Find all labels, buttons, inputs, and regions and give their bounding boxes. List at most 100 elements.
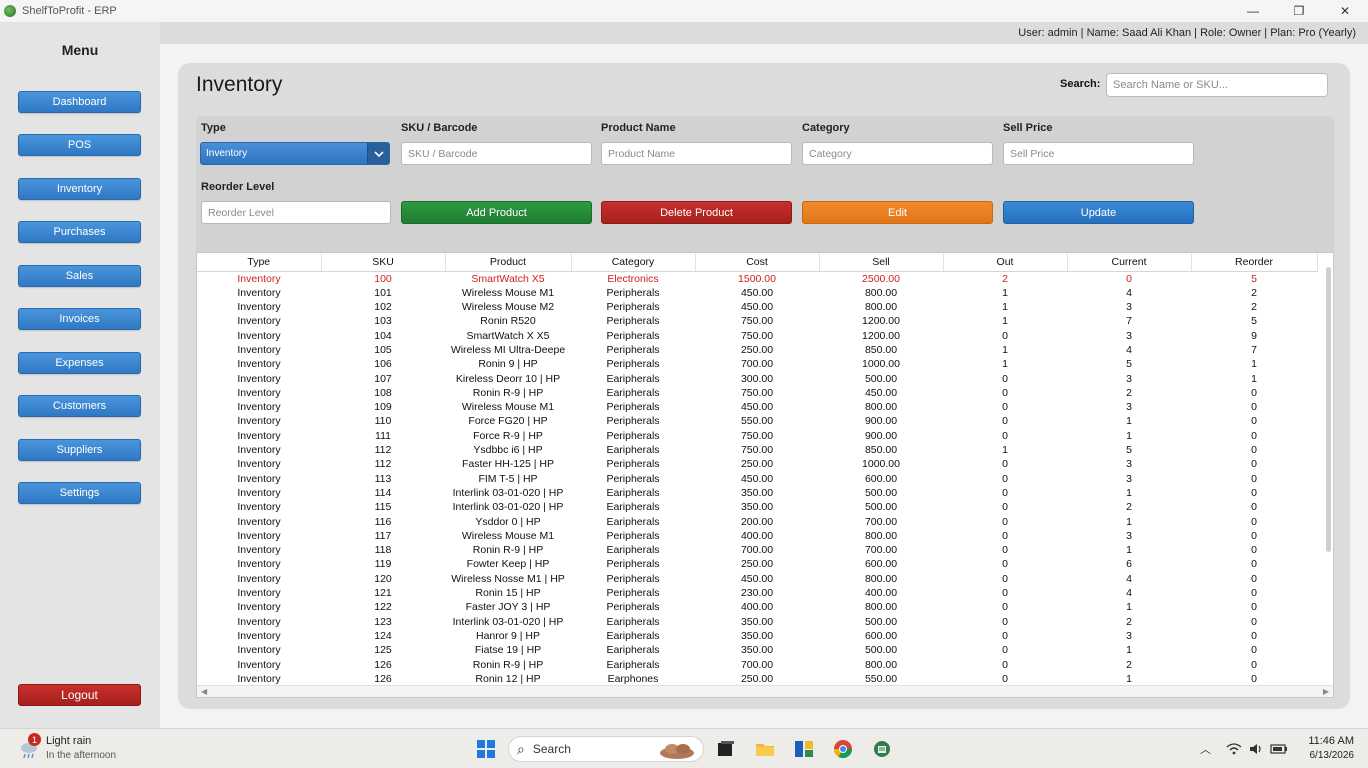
sku-input[interactable] [401,142,592,165]
table-row[interactable]: Inventory 107 Kireless Deorr 10 | HP Eariph… [197,372,1317,386]
erp-app-icon[interactable] [871,738,893,760]
category-label: Category [802,122,850,134]
column-header-cost[interactable]: Cost [695,253,820,272]
table-cell-out: 0 [1002,572,1008,585]
scroll-right-icon[interactable]: ▶ [1323,687,1329,696]
sidebar-item-customers[interactable]: Customers [18,395,141,417]
column-header-out[interactable]: Out [943,253,1068,272]
table-row[interactable]: Inventory 105 Wireless MI Ultra-Deepe Perip… [197,343,1317,357]
volume-icon[interactable] [1248,741,1264,757]
sell-price-input[interactable] [1003,142,1194,165]
table-cell-product: Wireless Mouse M2 [461,301,555,314]
windows-start-icon[interactable] [475,738,497,760]
update-button[interactable]: Update [1003,201,1194,224]
table-cell-cost: 400.00 [740,529,774,542]
type-select[interactable]: Inventory [200,142,390,165]
table-row[interactable]: Inventory 110 Force FG20 | HP Peripherals 55… [197,414,1317,428]
table-row[interactable]: Inventory 119 Fowter Keep | HP Peripherals 2… [197,557,1317,571]
table-cell-type: Inventory [237,501,281,514]
scroll-left-icon[interactable]: ◀ [201,687,207,696]
table-row[interactable]: Inventory 102 Wireless Mouse M2 Peripherals… [197,300,1317,314]
table-row[interactable]: Inventory 103 Ronin R520 Peripherals 750.00 1… [197,314,1317,328]
sidebar-item-sales[interactable]: Sales [18,265,141,287]
clock-time[interactable]: 11:46 AM [1308,735,1354,747]
column-header-current[interactable]: Current [1067,253,1192,272]
column-header-sku[interactable]: SKU [321,253,446,272]
table-row[interactable]: Inventory 117 Wireless Mouse M1 Peripherals… [197,529,1317,543]
table-cell-product: FIM T-5 | HP [478,472,538,485]
chrome-icon[interactable] [832,738,854,760]
table-row[interactable]: Inventory 113 FIM T-5 | HP Peripherals 450.0… [197,472,1317,486]
table-cell-category: Peripherals [606,587,660,600]
table-cell-type: Inventory [237,558,281,571]
table-row[interactable]: Inventory 120 Wireless Nosse M1 | HP Periph… [197,572,1317,586]
sidebar-item-expenses[interactable]: Expenses [18,352,141,374]
table-row[interactable]: Inventory 111 Force R-9 | HP Peripherals 750… [197,429,1317,443]
product-name-input[interactable] [601,142,792,165]
taskbar-search-box[interactable]: ⌕ Search [508,736,704,762]
table-row[interactable]: Inventory 114 Interlink 03-01-020 | HP Eari… [197,486,1317,500]
logout-button[interactable]: Logout [18,684,141,706]
table-row[interactable]: Inventory 123 Interlink 03-01-020 | HP Eari… [197,615,1317,629]
file-explorer-icon[interactable] [754,738,776,760]
table-row[interactable]: Inventory 124 Hanror 9 | HP Earipherals 350.… [197,629,1317,643]
table-cell-cost: 350.00 [740,615,774,628]
edit-button[interactable]: Edit [802,201,993,224]
table-row[interactable]: Inventory 116 Ysddor 0 | HP Earipherals 200.… [197,515,1317,529]
table-row[interactable]: Inventory 118 Ronin R-9 | HP Earipherals 700… [197,543,1317,557]
table-row[interactable]: Inventory 115 Interlink 03-01-020 | HP Eari… [197,500,1317,514]
sidebar-item-invoices[interactable]: Invoices [18,308,141,330]
table-cell-sku: 111 [375,429,391,442]
reorder-level-input[interactable] [201,201,391,224]
table-cell-sell: 800.00 [864,286,898,299]
table-row[interactable]: Inventory 112 Ysdbbc i6 | HP Earipherals 750… [197,443,1317,457]
table-row[interactable]: Inventory 101 Wireless Mouse M1 Peripherals… [197,286,1317,300]
column-header-sell[interactable]: Sell [819,253,944,272]
column-header-product[interactable]: Product [445,253,572,272]
minimize-button[interactable]: — [1230,0,1276,22]
table-row[interactable]: Inventory 112 Faster HH-125 | HP Peripheral… [197,457,1317,471]
sidebar-item-suppliers[interactable]: Suppliers [18,439,141,461]
table-cell-reorder: 2 [1251,286,1257,299]
table-cell-category: Earipherals [606,386,660,399]
sidebar-item-purchases[interactable]: Purchases [18,221,141,243]
column-header-reorder[interactable]: Reorder [1191,253,1318,272]
table-row[interactable]: Inventory 104 SmartWatch X X5 Peripherals 75… [197,329,1317,343]
sidebar-item-inventory[interactable]: Inventory [18,178,141,200]
chevron-down-icon[interactable] [367,143,389,164]
table-row[interactable]: Inventory 109 Wireless Mouse M1 Peripherals… [197,400,1317,414]
table-cell-sell: 800.00 [864,301,898,314]
horizontal-scrollbar[interactable]: ◀ ▶ [197,685,1333,697]
maximize-button[interactable]: ❐ [1276,0,1322,22]
table-row[interactable]: Inventory 122 Faster JOY 3 | HP Peripherals… [197,600,1317,614]
tray-chevron-up-icon[interactable]: ︿ [1200,741,1211,757]
delete-product-button[interactable]: Delete Product [601,201,792,224]
weather-title[interactable]: Light rain [46,735,91,747]
table-cell-product: Force R-9 | HP [473,429,543,442]
sidebar-item-pos[interactable]: POS [18,134,141,156]
table-row[interactable]: Inventory 121 Ronin 15 | HP Peripherals 230.… [197,586,1317,600]
table-row[interactable]: Inventory 106 Ronin 9 | HP Peripherals 700.0… [197,357,1317,371]
close-button[interactable]: ✕ [1322,0,1368,22]
sidebar-item-dashboard[interactable]: Dashboard [18,91,141,113]
task-view-icon[interactable] [715,738,737,760]
table-cell-cost: 450.00 [740,572,774,585]
clock-date[interactable]: 6/13/2026 [1310,750,1355,761]
category-input[interactable] [802,142,993,165]
vertical-scrollbar[interactable] [1326,267,1331,552]
wifi-icon[interactable] [1226,741,1242,757]
table-row[interactable]: Inventory 125 Fiatse 19 | HP Earipherals 350… [197,643,1317,657]
column-header-type[interactable]: Type [197,253,322,272]
inventory-table[interactable]: Type SKU Product Category Cost Sell Out Current… [196,252,1334,698]
table-row[interactable]: Inventory 126 Ronin 12 | HP Earphones 250.00… [197,672,1317,686]
search-input[interactable] [1106,73,1328,97]
sidebar-item-settings[interactable]: Settings [18,482,141,504]
table-cell-sku: 115 [374,501,392,514]
table-row[interactable]: Inventory 108 Ronin R-9 | HP Earipherals 750… [197,386,1317,400]
add-product-button[interactable]: Add Product [401,201,592,224]
store-app-icon[interactable] [793,738,815,760]
column-header-category[interactable]: Category [571,253,696,272]
battery-icon[interactable] [1270,741,1288,757]
table-row[interactable]: Inventory 126 Ronin R-9 | HP Earipherals 700… [197,658,1317,672]
table-row[interactable]: Inventory 100 SmartWatch X5 Electronics 1500… [197,271,1317,286]
